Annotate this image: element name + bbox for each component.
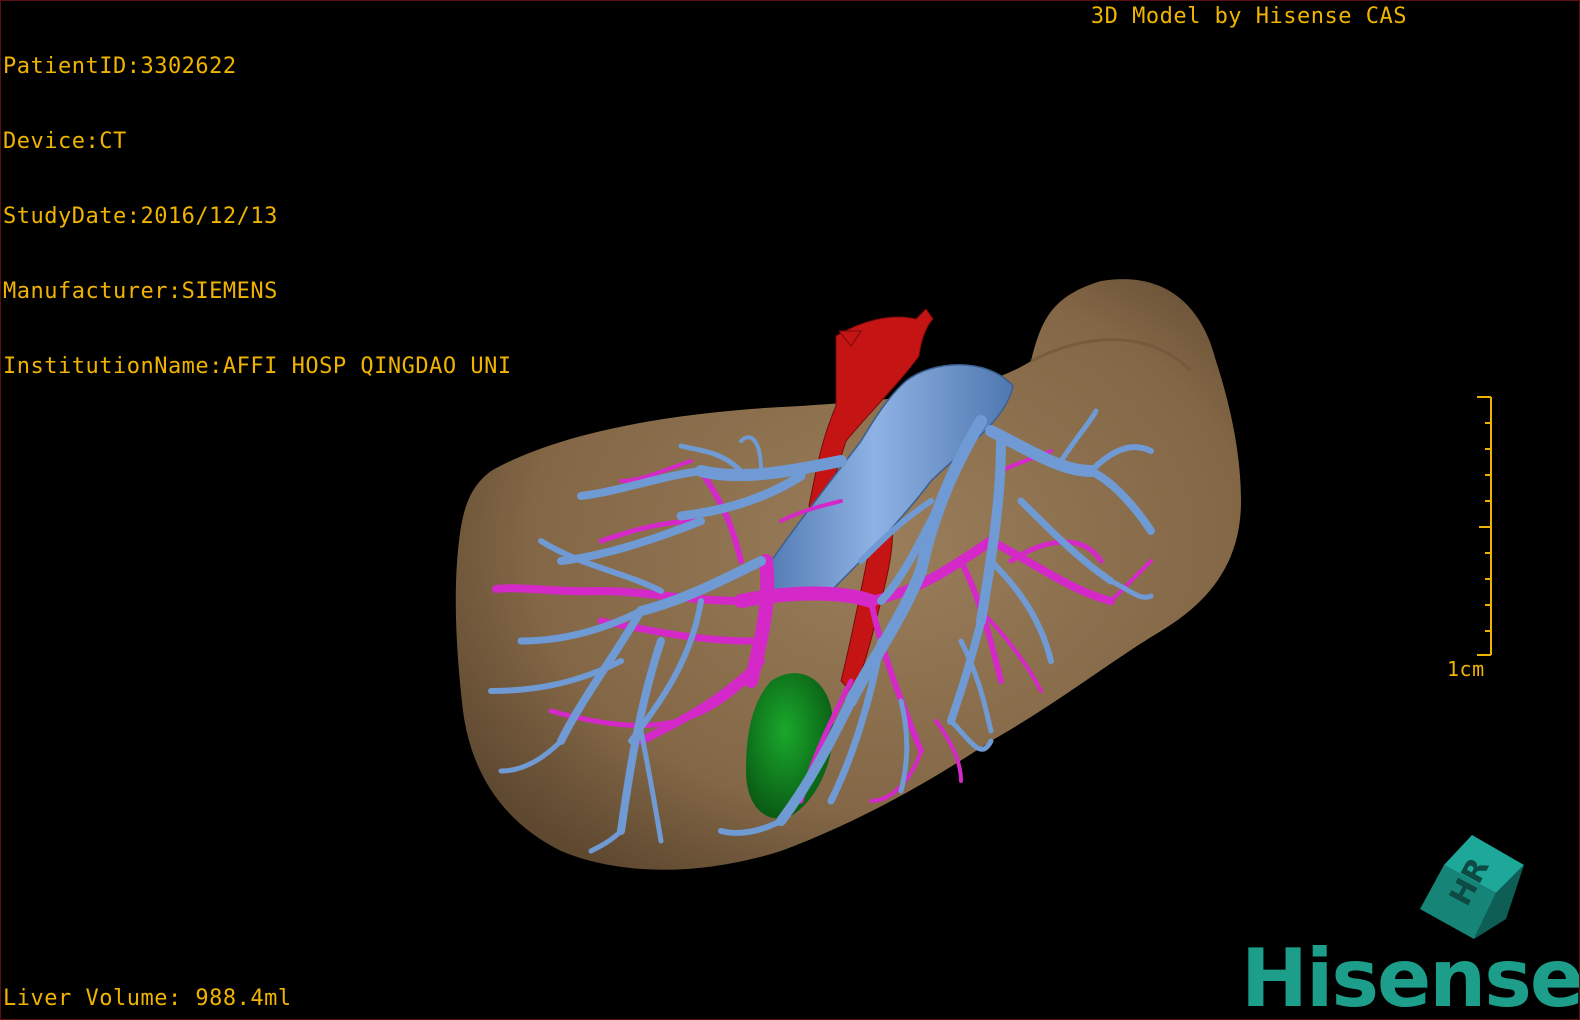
liver-volume-text: Liver Volume: 988.4ml: [3, 986, 292, 1011]
model-brand-text: 3D Model by Hisense CAS: [1090, 4, 1407, 29]
3d-viewport[interactable]: PatientID:3302622 Device:CT StudyDate:20…: [0, 0, 1580, 1020]
device-text: Device:CT: [3, 129, 127, 154]
study-date-text: StudyDate:2016/12/13: [3, 204, 278, 229]
dicom-info-overlay: PatientID:3302622 Device:CT StudyDate:20…: [3, 4, 512, 429]
scale-bar: [1477, 396, 1492, 656]
institution-text: InstitutionName:AFFI HOSP QINGDAO UNI: [3, 354, 512, 379]
patient-id-text: PatientID:3302622: [3, 54, 237, 79]
hisense-logo: Hisense: [1241, 932, 1580, 1020]
manufacturer-text: Manufacturer:SIEMENS: [3, 279, 278, 304]
scale-bar-label: 1cm: [1447, 657, 1485, 681]
orientation-cube-icon[interactable]: HR: [1416, 831, 1528, 943]
